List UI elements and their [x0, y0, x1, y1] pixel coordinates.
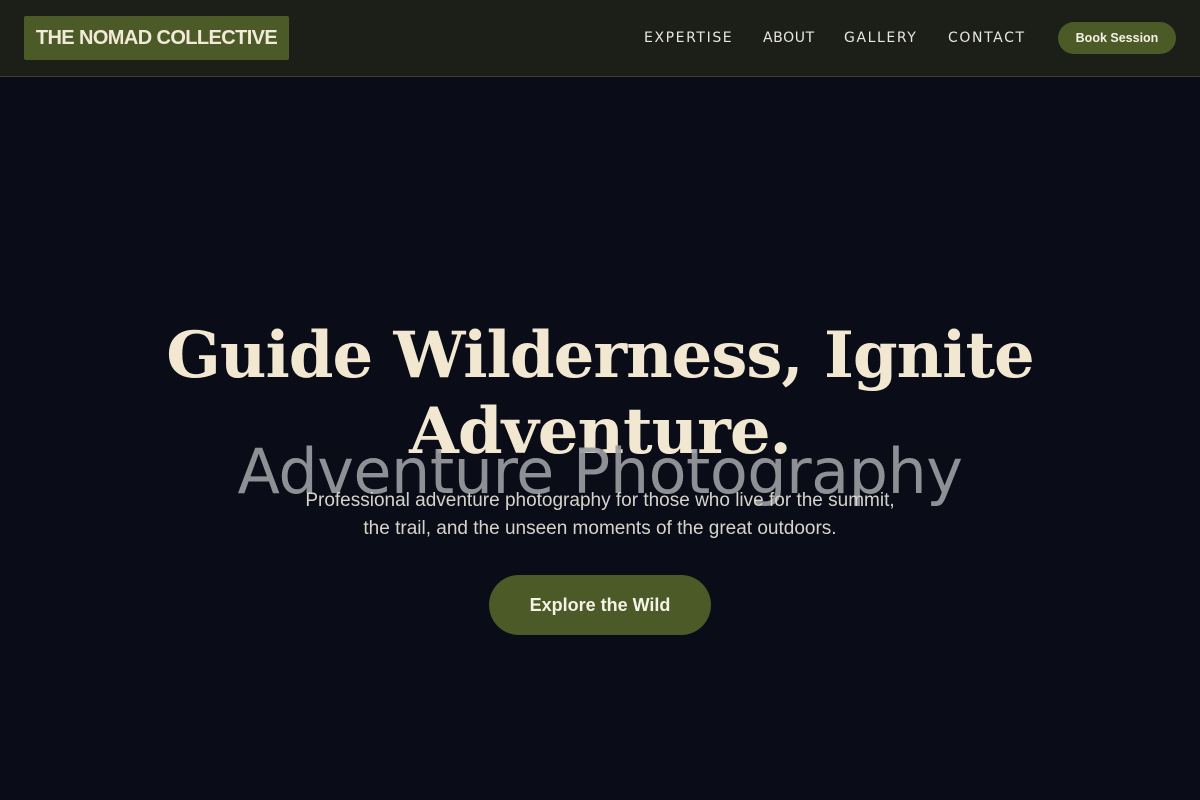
site-logo[interactable]: THE NOMAD COLLECTIVE — [24, 16, 289, 60]
site-header: THE NOMAD COLLECTIVE EXPERTISE ABOUT GAL… — [0, 0, 1200, 77]
nav-link-expertise[interactable]: EXPERTISE — [644, 0, 733, 76]
hero-title-line-1: Guide Wilderness, Ignite — [166, 318, 1035, 393]
explore-the-wild-button[interactable]: Explore the Wild — [489, 575, 711, 635]
hero-subtitle-line-1: Professional adventure photography for t… — [305, 490, 895, 511]
nav-link-gallery[interactable]: GALLERY — [844, 0, 917, 76]
nav-link-contact[interactable]: CONTACT — [948, 0, 1026, 76]
nav-link-about[interactable]: ABOUT — [763, 0, 815, 76]
hero-subtitle-line-2: the trail, and the unseen moments of the… — [363, 518, 837, 539]
hero-subtitle: Professional adventure photography for t… — [0, 487, 1200, 543]
book-session-button[interactable]: Book Session — [1058, 22, 1176, 54]
